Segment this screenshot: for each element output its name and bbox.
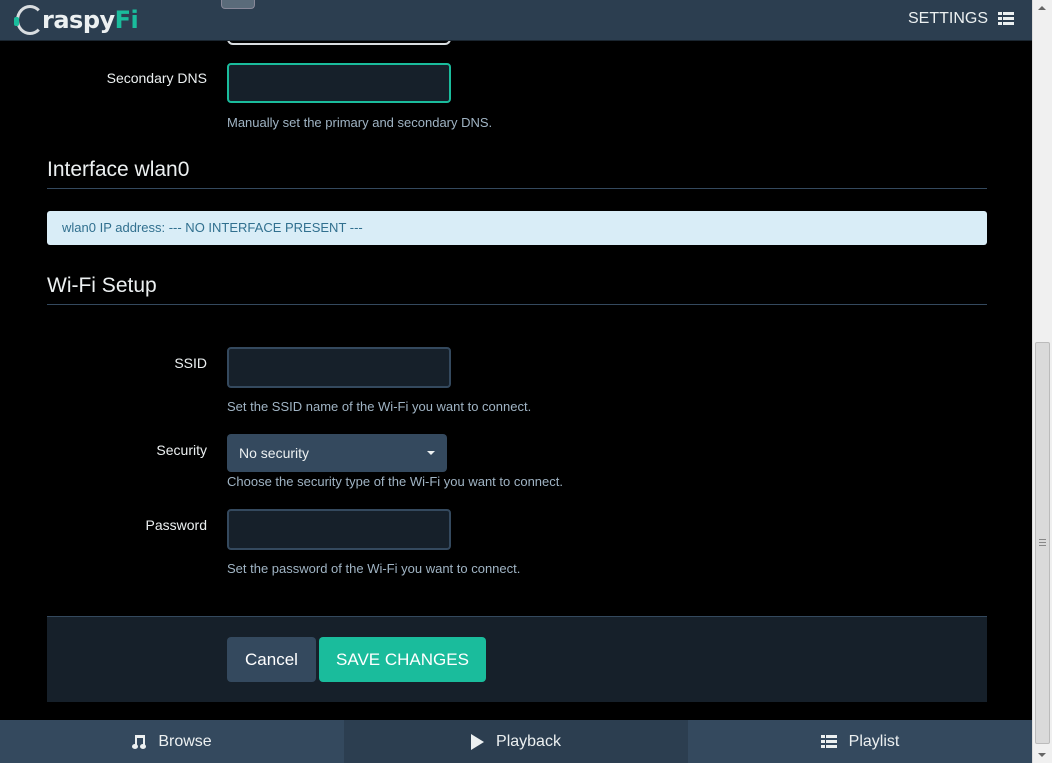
tab-playback[interactable]: Playback bbox=[344, 720, 688, 763]
security-label: Security bbox=[156, 442, 207, 458]
scroll-up-arrow-icon[interactable] bbox=[1038, 6, 1046, 10]
security-select[interactable]: No security bbox=[227, 434, 447, 472]
app-logo[interactable]: raspy Fi bbox=[14, 2, 139, 38]
security-selected-value: No security bbox=[239, 445, 310, 461]
top-navbar: raspy Fi SETTINGS bbox=[0, 0, 1032, 41]
save-changes-button[interactable]: SAVE CHANGES bbox=[319, 637, 486, 682]
play-icon bbox=[471, 733, 485, 750]
settings-label: SETTINGS bbox=[907, 10, 988, 27]
ssid-help-text: Set the SSID name of the Wi-Fi you want … bbox=[227, 399, 532, 414]
tab-playlist-label: Playlist bbox=[848, 732, 900, 750]
logo-accent-text: Fi bbox=[114, 6, 139, 34]
tab-browse-label: Browse bbox=[158, 732, 212, 750]
secondary-dns-label: Secondary DNS bbox=[106, 70, 207, 86]
interface-alert: wlan0 IP address: --- NO INTERFACE PRESE… bbox=[47, 211, 987, 245]
list-icon bbox=[998, 12, 1014, 26]
form-actions: Cancel SAVE CHANGES bbox=[47, 616, 987, 702]
security-help-text: Choose the security type of the Wi-Fi yo… bbox=[227, 474, 563, 489]
password-field[interactable] bbox=[227, 509, 451, 550]
cancel-button[interactable]: Cancel bbox=[227, 637, 316, 682]
scroll-down-arrow-icon[interactable] bbox=[1038, 753, 1046, 757]
scrollbar-thumb[interactable] bbox=[1035, 342, 1050, 744]
dns-help-text: Manually set the primary and secondary D… bbox=[227, 115, 493, 130]
headphones-icon bbox=[14, 5, 44, 35]
app-window: raspy Fi SETTINGS Secondary DNS Manually … bbox=[0, 0, 1052, 763]
secondary-dns-field[interactable] bbox=[227, 63, 451, 103]
music-note-icon bbox=[132, 734, 147, 750]
tab-playback-label: Playback bbox=[496, 732, 561, 750]
wifi-section-title: Wi-Fi Setup bbox=[47, 274, 987, 305]
primary-dns-field[interactable] bbox=[227, 41, 451, 45]
bottom-nav: Browse Playback Playlist bbox=[0, 720, 1032, 763]
chevron-down-icon bbox=[427, 451, 435, 455]
list-icon bbox=[820, 734, 837, 749]
ssid-field[interactable] bbox=[227, 347, 451, 388]
menu-toggle-handle[interactable] bbox=[221, 0, 255, 9]
settings-menu-button[interactable]: SETTINGS bbox=[908, 10, 1014, 28]
settings-content: Secondary DNS Manually set the primary a… bbox=[0, 41, 1032, 720]
vertical-scrollbar[interactable] bbox=[1032, 0, 1052, 763]
grip-icon bbox=[1039, 539, 1046, 548]
tab-playlist[interactable]: Playlist bbox=[688, 720, 1032, 763]
interface-section-title: Interface wlan0 bbox=[47, 158, 987, 189]
password-help-text: Set the password of the Wi-Fi you want t… bbox=[227, 561, 521, 576]
password-label: Password bbox=[145, 517, 207, 533]
tab-browse[interactable]: Browse bbox=[0, 720, 344, 763]
ssid-label: SSID bbox=[174, 355, 207, 371]
logo-text: raspy bbox=[42, 6, 115, 34]
